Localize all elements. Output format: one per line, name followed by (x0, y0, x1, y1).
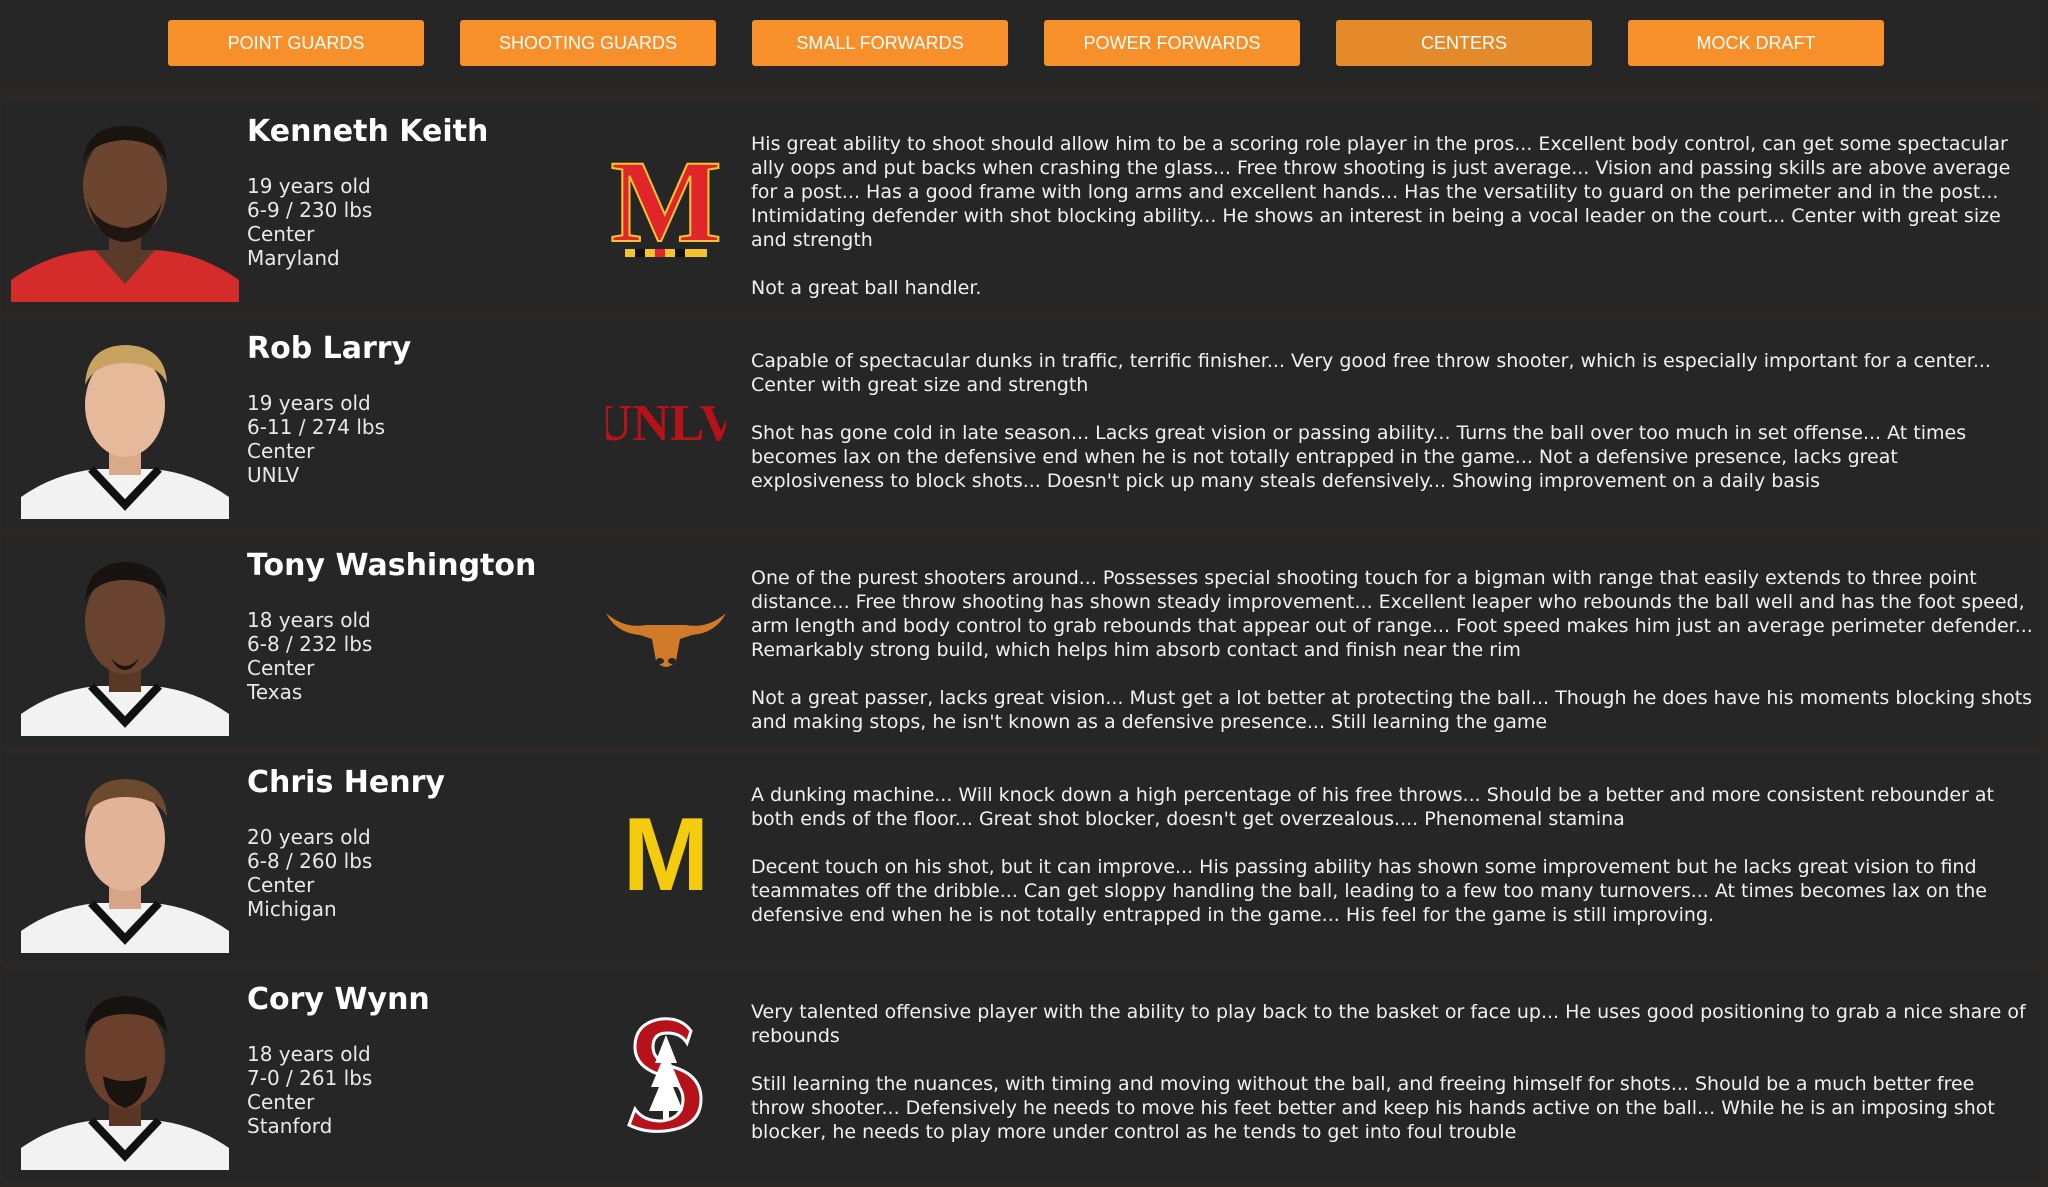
tab-shooting-guards[interactable]: SHOOTING GUARDS (460, 20, 716, 66)
player-portrait (11, 763, 239, 953)
report-weaknesses: Shot has gone cold in late season... Lac… (751, 422, 1967, 492)
player-info: 18 years old 6-8 / 232 lbs Center Texas (247, 608, 372, 704)
report-weaknesses: Not a great passer, lacks great vision..… (751, 687, 2033, 733)
scouting-report: Very talented offensive player with the … (751, 1000, 2033, 1144)
tab-point-guards[interactable]: POINT GUARDS (168, 20, 424, 66)
michigan-logo: M (601, 791, 731, 921)
player-size: 6-11 / 274 lbs (247, 415, 386, 439)
logo-text: UNLV (606, 395, 726, 452)
player-portrait-image (11, 980, 239, 1170)
prospect-row[interactable]: Tony Washington 18 years old 6-8 / 232 l… (3, 536, 2040, 746)
position-tabs: POINT GUARDS SHOOTING GUARDS SMALL FORWA… (168, 20, 1884, 66)
player-portrait (11, 329, 239, 519)
player-position: Center (247, 222, 315, 246)
player-age: 20 years old (247, 825, 371, 849)
position-nav-bar: POINT GUARDS SHOOTING GUARDS SMALL FORWA… (0, 0, 2048, 88)
logo-text: M (611, 145, 721, 265)
report-strengths: One of the purest shooters around... Pos… (751, 567, 2033, 661)
player-name: Rob Larry (247, 331, 412, 366)
logo-text: M (623, 806, 710, 906)
report-strengths: Capable of spectacular dunks in traffic,… (751, 350, 1991, 396)
player-size: 6-8 / 260 lbs (247, 849, 373, 873)
tab-mock-draft[interactable]: MOCK DRAFT (1628, 20, 1884, 66)
player-info: 19 years old 6-11 / 274 lbs Center UNLV (247, 391, 385, 487)
report-weaknesses: Not a great ball handler. (751, 277, 982, 299)
player-portrait (11, 546, 239, 736)
player-portrait-image (11, 546, 239, 736)
report-strengths: A dunking machine... Will knock down a h… (751, 784, 1994, 830)
player-age: 19 years old (247, 391, 371, 415)
report-weaknesses: Decent touch on his shot, but it can imp… (751, 856, 1987, 926)
player-position: Center (247, 439, 315, 463)
player-portrait-image (11, 112, 239, 302)
player-age: 18 years old (247, 1042, 371, 1066)
prospect-row[interactable]: Kenneth Keith 19 years old 6-9 / 230 lbs… (3, 102, 2040, 312)
player-size: 6-9 / 230 lbs (247, 198, 373, 222)
report-strengths: Very talented offensive player with the … (751, 1001, 2026, 1047)
report-strengths: His great ability to shoot should allow … (751, 133, 2011, 251)
player-name: Cory Wynn (247, 982, 430, 1017)
player-name: Tony Washington (247, 548, 537, 583)
player-name: Kenneth Keith (247, 114, 489, 149)
prospect-row[interactable]: Cory Wynn 18 years old 7-0 / 261 lbs Cen… (3, 970, 2040, 1180)
prospect-row[interactable]: Chris Henry 20 years old 6-8 / 260 lbs C… (3, 753, 2040, 963)
scouting-report: His great ability to shoot should allow … (751, 132, 2033, 300)
player-school: Texas (247, 680, 303, 704)
player-info: 19 years old 6-9 / 230 lbs Center Maryla… (247, 174, 372, 270)
tab-small-forwards[interactable]: SMALL FORWARDS (752, 20, 1008, 66)
tab-power-forwards[interactable]: POWER FORWARDS (1044, 20, 1300, 66)
stanford-logo (601, 1008, 731, 1138)
player-size: 7-0 / 261 lbs (247, 1066, 373, 1090)
prospect-list: Kenneth Keith 19 years old 6-9 / 230 lbs… (3, 102, 2040, 1187)
player-portrait-image (11, 329, 239, 519)
texas-longhorn-logo (601, 574, 731, 704)
player-school: Maryland (247, 246, 340, 270)
player-position: Center (247, 873, 315, 897)
player-portrait (11, 980, 239, 1170)
maryland-logo: M (601, 140, 731, 270)
player-position: Center (247, 1090, 315, 1114)
player-portrait (11, 112, 239, 302)
player-info: 20 years old 6-8 / 260 lbs Center Michig… (247, 825, 372, 921)
player-school: UNLV (247, 463, 300, 487)
player-size: 6-8 / 232 lbs (247, 632, 373, 656)
player-portrait-image (11, 763, 239, 953)
player-school: Michigan (247, 897, 337, 921)
player-position: Center (247, 656, 315, 680)
scouting-report: Capable of spectacular dunks in traffic,… (751, 349, 2033, 493)
player-school: Stanford (247, 1114, 333, 1138)
report-weaknesses: Still learning the nuances, with timing … (751, 1073, 1995, 1143)
player-age: 18 years old (247, 608, 371, 632)
player-info: 18 years old 7-0 / 261 lbs Center Stanfo… (247, 1042, 372, 1138)
player-name: Chris Henry (247, 765, 445, 800)
scouting-report: A dunking machine... Will knock down a h… (751, 783, 2033, 927)
unlv-logo: UNLV (601, 357, 731, 487)
prospect-row[interactable]: Rob Larry 19 years old 6-11 / 274 lbs Ce… (3, 319, 2040, 529)
tab-centers[interactable]: CENTERS (1336, 20, 1592, 66)
scouting-report: One of the purest shooters around... Pos… (751, 566, 2033, 734)
player-age: 19 years old (247, 174, 371, 198)
